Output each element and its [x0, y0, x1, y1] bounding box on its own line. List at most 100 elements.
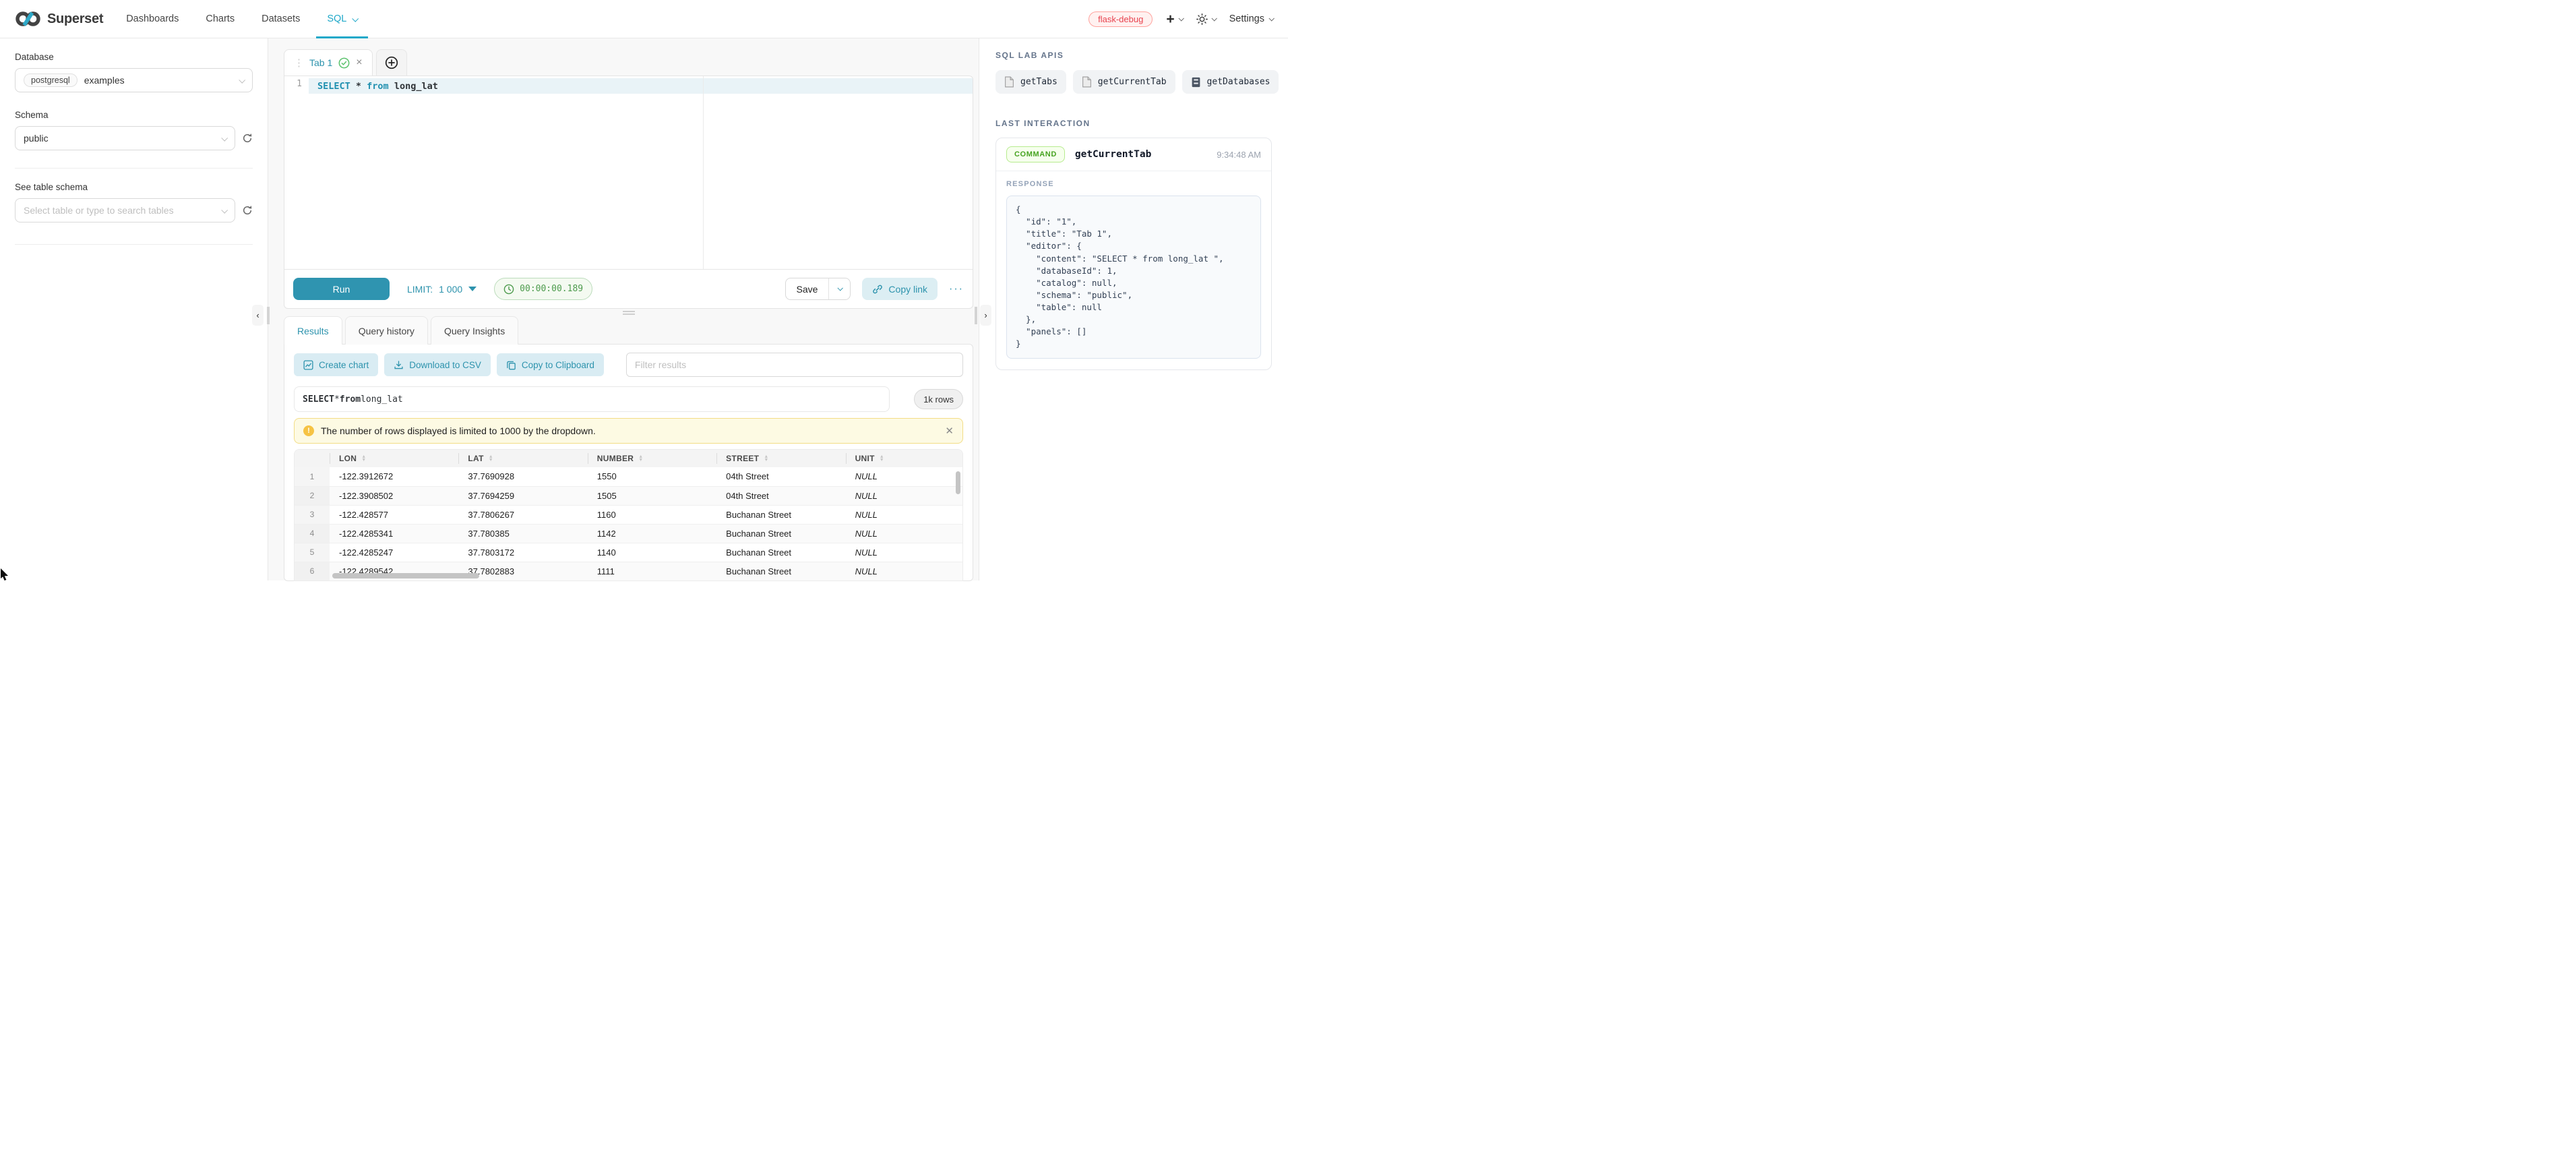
tab-query-insights[interactable]: Query Insights	[431, 316, 518, 345]
chevron-down-icon	[1268, 16, 1274, 21]
nav-dashboards[interactable]: Dashboards	[126, 0, 179, 38]
download-csv-button[interactable]: Download to CSV	[384, 353, 491, 376]
sql-lab-apis-panel: SQL LAB APIS getTabs getCurrentTab	[979, 38, 1288, 580]
column-header-lon[interactable]: LON▲▼	[330, 450, 458, 467]
sort-icon[interactable]: ▲▼	[361, 455, 366, 462]
link-icon	[872, 284, 883, 295]
table-cell: Buchanan Street	[716, 543, 845, 562]
column-header-lat[interactable]: LAT▲▼	[458, 450, 587, 467]
get-databases-label: getDatabases	[1207, 77, 1270, 87]
copy-link-label: Copy link	[888, 284, 927, 295]
environment-badge: flask-debug	[1088, 11, 1153, 27]
mouse-cursor	[0, 568, 12, 580]
table-cell: 04th Street	[716, 486, 845, 505]
right-panel-resize-grabber[interactable]	[975, 307, 977, 324]
refresh-schemas-button[interactable]	[242, 133, 253, 144]
sort-icon[interactable]: ▲▼	[638, 455, 643, 462]
sidebar-resize-grabber[interactable]	[267, 307, 270, 324]
save-split-button[interactable]: Save	[785, 278, 851, 300]
sql-code-editor[interactable]: 1 SELECT * from long_lat	[284, 76, 973, 269]
drag-handle-icon[interactable]: ⋮	[294, 57, 303, 69]
response-json: { "id": "1", "title": "Tab 1", "editor":…	[1016, 204, 1252, 351]
get-databases-button[interactable]: getDatabases	[1182, 70, 1279, 94]
table-row: 1-122.391267237.7690928155004th StreetNU…	[295, 467, 963, 486]
tab-query-history[interactable]: Query history	[345, 316, 428, 345]
database-select[interactable]: postgresql examples	[15, 68, 253, 92]
sql-star: *	[350, 81, 367, 92]
download-csv-label: Download to CSV	[409, 360, 481, 370]
table-select[interactable]: Select table or type to search tables	[15, 198, 235, 222]
line-number: 1	[297, 79, 302, 89]
save-dropdown-caret[interactable]	[828, 278, 850, 299]
results-table: LON▲▼LAT▲▼NUMBER▲▼STREET▲▼UNIT▲▼ 1-122.3…	[295, 450, 963, 581]
nav-datasets[interactable]: Datasets	[262, 0, 300, 38]
editor-tab-1[interactable]: ⋮ Tab 1 ×	[284, 49, 373, 76]
table-cell: NULL	[846, 543, 963, 562]
theme-menu[interactable]	[1196, 13, 1216, 25]
table-select-placeholder: Select table or type to search tables	[24, 205, 174, 216]
run-button[interactable]: Run	[293, 278, 390, 300]
elapsed-time: 00:00:00.189	[520, 284, 583, 294]
database-engine-tag: postgresql	[24, 73, 78, 87]
results-table-header[interactable]: LON▲▼LAT▲▼NUMBER▲▼STREET▲▼UNIT▲▼	[295, 450, 963, 467]
editor-gutter: 1	[284, 76, 309, 269]
caret-down-icon	[468, 287, 477, 291]
save-button[interactable]: Save	[786, 278, 829, 299]
add-tab-button[interactable]	[376, 49, 407, 76]
table-cell: 37.7806267	[458, 505, 587, 524]
warning-message: The number of rows displayed is limited …	[321, 425, 596, 436]
chevron-down-icon	[221, 134, 228, 141]
column-header-street[interactable]: STREET▲▼	[716, 450, 845, 467]
nav-charts[interactable]: Charts	[206, 0, 235, 38]
table-cell: -122.3912672	[330, 467, 458, 486]
get-current-tab-button[interactable]: getCurrentTab	[1073, 70, 1175, 94]
tab-results[interactable]: Results	[284, 316, 342, 345]
chevron-down-icon	[221, 206, 228, 213]
sort-icon[interactable]: ▲▼	[880, 455, 884, 462]
sort-icon[interactable]: ▲▼	[489, 455, 493, 462]
table-cell: 1140	[588, 543, 716, 562]
limit-value: 1 000	[439, 284, 462, 295]
query-timer-badge: 00:00:00.189	[494, 278, 592, 300]
copy-to-clipboard-button[interactable]: Copy to Clipboard	[497, 353, 604, 376]
schema-select[interactable]: public	[15, 126, 235, 150]
sql-keyword: from	[367, 81, 389, 92]
refresh-tables-button[interactable]	[242, 205, 253, 216]
get-tabs-button[interactable]: getTabs	[995, 70, 1066, 94]
more-options-button[interactable]: ···	[949, 283, 964, 295]
table-cell: 1550	[588, 467, 716, 486]
table-cell: NULL	[846, 486, 963, 505]
panel-resize-handle[interactable]	[284, 309, 973, 316]
horizontal-scrollbar-thumb[interactable]	[332, 573, 479, 578]
vertical-scrollbar[interactable]	[956, 471, 960, 494]
table-cell: 1505	[588, 486, 716, 505]
database-label: Database	[15, 52, 253, 62]
create-chart-button[interactable]: Create chart	[294, 353, 378, 376]
close-tab-icon[interactable]: ×	[356, 57, 362, 69]
table-cell: -122.3908502	[330, 486, 458, 505]
horizontal-scrollbar[interactable]	[332, 573, 953, 578]
settings-menu[interactable]: Settings	[1229, 13, 1273, 24]
superset-logo[interactable]: Superset	[15, 9, 103, 28]
filter-results-input[interactable]	[626, 353, 963, 377]
nav-sql[interactable]: SQL	[327, 0, 357, 38]
command-timestamp: 9:34:48 AM	[1217, 150, 1261, 160]
last-interaction-card: COMMAND getCurrentTab 9:34:48 AM RESPONS…	[995, 138, 1272, 370]
create-chart-label: Create chart	[319, 360, 369, 370]
sql-identifier: long_lat	[361, 394, 403, 405]
sidebar-divider	[15, 168, 253, 169]
sidebar-divider	[15, 244, 253, 245]
collapse-right-panel-button[interactable]: ›	[980, 305, 991, 326]
new-item-menu[interactable]: +	[1166, 12, 1182, 26]
sort-icon[interactable]: ▲▼	[764, 455, 768, 462]
column-header-unit[interactable]: UNIT▲▼	[846, 450, 963, 467]
column-header-number[interactable]: NUMBER▲▼	[588, 450, 716, 467]
table-row: 4-122.428534137.7803851142Buchanan Stree…	[295, 524, 963, 543]
collapse-sidebar-button[interactable]: ‹	[252, 305, 264, 326]
table-cell: -122.4285341	[330, 524, 458, 543]
limit-dropdown[interactable]: LIMIT: 1 000	[407, 284, 477, 295]
file-cabinet-icon	[1191, 77, 1201, 88]
sql-keyword: SELECT	[317, 81, 350, 92]
close-warning-icon[interactable]: ✕	[945, 425, 954, 437]
copy-link-button[interactable]: Copy link	[862, 278, 938, 300]
